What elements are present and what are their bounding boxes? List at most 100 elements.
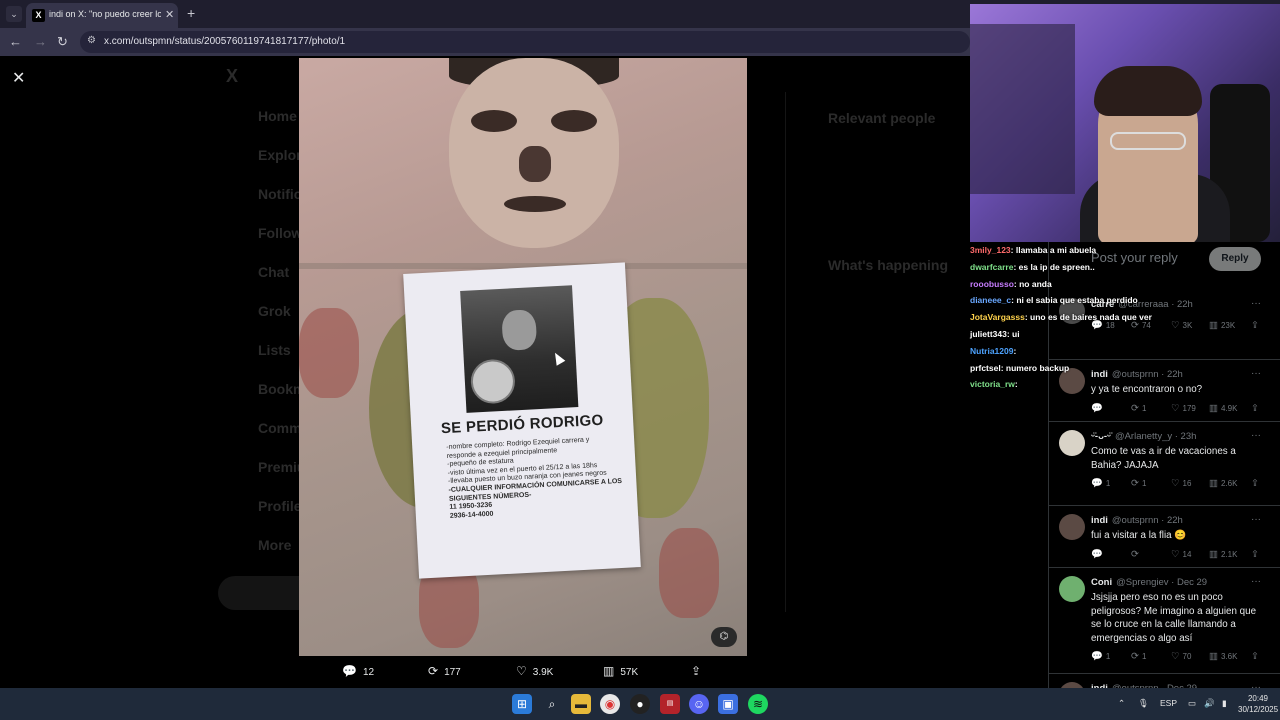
netflix-app-icon[interactable]: ▤ xyxy=(660,694,680,714)
repost-action[interactable]: ⟳ 1 xyxy=(1131,651,1146,662)
lightbox-close-icon[interactable]: ✕ xyxy=(12,68,25,88)
discord-icon[interactable]: ☺ xyxy=(689,694,709,714)
views-action[interactable]: ▥ 23K xyxy=(1209,320,1235,331)
language-indicator[interactable]: ESP xyxy=(1160,698,1177,708)
tab-search-menu-icon[interactable]: ⌄ xyxy=(6,6,22,22)
url-text[interactable]: x.com/outspmn/status/2005760119741817177… xyxy=(104,36,345,47)
tweet-author-name[interactable]: Coni xyxy=(1091,577,1112,588)
more-options-icon[interactable]: ··· xyxy=(1251,368,1261,379)
taskbar-clock[interactable]: 20:49 30/12/2025 xyxy=(1238,693,1278,715)
new-tab-icon[interactable]: + xyxy=(187,5,195,21)
obs-icon[interactable]: ● xyxy=(630,694,650,714)
views-action[interactable]: ▥ 4.9K xyxy=(1209,403,1237,414)
reply-action[interactable]: 💬 12 xyxy=(342,664,374,678)
reply-action[interactable]: 💬 1 xyxy=(1091,651,1110,662)
tweet-author-name[interactable]: ᵕ̈-ᴗ-ᵕ̈ xyxy=(1091,431,1111,442)
chat-username[interactable]: victoria_rw xyxy=(970,379,1015,389)
chevron-up-icon[interactable]: ⌃ xyxy=(1118,698,1125,709)
chat-username[interactable]: juliett343 xyxy=(970,329,1007,339)
tweet-header: indi @outsprnn · 22h xyxy=(1091,515,1183,526)
tweet-author-name[interactable]: indi xyxy=(1091,369,1108,380)
tweet-author-name[interactable]: indi xyxy=(1091,515,1108,526)
like-action[interactable]: ♡ 179 xyxy=(1171,403,1196,414)
chat-username[interactable]: dwarfcarre xyxy=(970,262,1013,272)
like-action[interactable]: ♡ 16 xyxy=(1171,478,1191,489)
mural-mouth xyxy=(504,196,566,212)
reply-action[interactable]: 💬 1 xyxy=(1091,478,1110,489)
tweet-actions: 💬 ⟳ 1 ♡ 179 ▥ 4.9K ⇪ xyxy=(1091,403,1280,415)
like-action[interactable]: ♡ 70 xyxy=(1171,651,1191,662)
like-action[interactable]: ♡ 3K xyxy=(1171,320,1192,331)
spotify-icon[interactable]: ≋ xyxy=(748,694,768,714)
chat-username[interactable]: JotaVargasss xyxy=(970,312,1025,322)
share-icon: ⇪ xyxy=(691,664,702,678)
volume-icon[interactable]: 🔊 xyxy=(1204,698,1215,709)
repost-action[interactable]: ⟳ 1 xyxy=(1131,403,1146,414)
share-action[interactable]: ⇪ xyxy=(1251,320,1262,331)
monitor-icon[interactable]: ▭ xyxy=(1188,698,1196,709)
reply-tweet[interactable]: Coni @Sprengiev · Dec 29 ··· Jsjsjja pero e… xyxy=(1049,568,1280,674)
like-action[interactable]: ♡ 14 xyxy=(1171,549,1191,560)
chat-message: dwarfcarre: es la ip de spreen.. xyxy=(970,262,1095,272)
chrome-icon[interactable]: ◉ xyxy=(600,694,620,714)
share-action[interactable]: ⇪ xyxy=(1251,403,1262,414)
windows-start-icon[interactable]: ⊞ xyxy=(512,694,532,714)
image-options-icon[interactable]: ⌬ xyxy=(711,627,737,647)
chat-username[interactable]: rooobusso xyxy=(970,279,1014,289)
browser-tab[interactable]: X indi on X: "no puedo creer lo q ✕ xyxy=(26,3,178,28)
chat-username[interactable]: Nutria1209 xyxy=(970,346,1013,356)
avatar[interactable] xyxy=(1059,514,1085,540)
views-icon: ▥ xyxy=(1209,651,1218,662)
view-count: 57K xyxy=(620,667,639,678)
reply-action[interactable]: 💬 xyxy=(1091,403,1106,414)
reply-tweet[interactable]: indi @outsprnn · 22h ··· y ya te encontraro… xyxy=(1049,360,1280,422)
tweet-header: ᵕ̈-ᴗ-ᵕ̈ @Arlanetty_y · 23h xyxy=(1091,431,1196,442)
share-icon: ⇪ xyxy=(1251,402,1259,414)
tweet-actions: 💬 1 ⟳ 1 ♡ 16 ▥ 2.6K ⇪ xyxy=(1091,478,1280,490)
views-action[interactable]: ▥ 2.6K xyxy=(1209,478,1237,489)
file-explorer-icon[interactable]: ▬ xyxy=(571,694,591,714)
back-arrow-icon[interactable]: ← xyxy=(9,34,22,49)
more-options-icon[interactable]: ··· xyxy=(1251,576,1261,587)
repost-action[interactable]: ⟳ xyxy=(1131,549,1142,560)
views-count: 3.6K xyxy=(1220,652,1238,661)
search-icon[interactable]: ⌕ xyxy=(542,694,562,714)
repost-action[interactable]: ⟳ 177 xyxy=(428,664,461,678)
views-action[interactable]: ▥ 2.1K xyxy=(1209,549,1237,560)
reply-tweet[interactable]: indi@outsprnn · Dec 29··· xyxy=(1049,674,1280,688)
nav-item-follow: Follow xyxy=(258,225,303,241)
reload-icon[interactable]: ↻ xyxy=(57,34,68,50)
repost-action[interactable]: ⟳ 1 xyxy=(1131,478,1146,489)
forward-arrow-icon[interactable]: → xyxy=(34,34,47,49)
tab-close-icon[interactable]: ✕ xyxy=(165,8,174,21)
share-action[interactable]: ⇪ xyxy=(1251,651,1262,662)
chat-username[interactable]: prfctsel xyxy=(970,363,1001,373)
site-info-icon[interactable]: ⚙ xyxy=(87,35,96,46)
avatar[interactable] xyxy=(1059,576,1085,602)
reply-count: 12 xyxy=(362,667,375,678)
like-action[interactable]: ♡ 3.9K xyxy=(516,664,553,678)
share-action[interactable]: ⇪ xyxy=(691,664,707,678)
reply-tweet[interactable]: ᵕ̈-ᴗ-ᵕ̈ @Arlanetty_y · 23h ··· Como te vas … xyxy=(1049,422,1280,506)
views-action[interactable]: ▥ 57K xyxy=(603,664,638,678)
address-bar[interactable]: ⚙ x.com/outspmn/status/20057601197418171… xyxy=(80,31,970,53)
chat-username[interactable]: dianeee_c xyxy=(970,295,1011,305)
reply-button[interactable]: Reply xyxy=(1209,247,1261,271)
reply-tweet[interactable]: indi @outsprnn · 22h ··· fui a visitar a la… xyxy=(1049,506,1280,568)
microphone-icon[interactable]: 🎙 xyxy=(1138,698,1149,709)
views-action[interactable]: ▥ 3.6K xyxy=(1209,651,1237,662)
avatar[interactable] xyxy=(1059,430,1085,456)
app-icon[interactable]: ▣ xyxy=(718,694,738,714)
poster-photo xyxy=(460,285,579,413)
battery-icon[interactable]: ▮ xyxy=(1222,698,1227,709)
share-action[interactable]: ⇪ xyxy=(1251,549,1262,560)
chat-text: : llamaba a mi abuela xyxy=(1010,245,1097,255)
share-action[interactable]: ⇪ xyxy=(1251,478,1262,489)
tweet-photo[interactable]: SE PERDIÓ RODRIGO -nombre completo: Rodr… xyxy=(299,58,747,656)
reply-input[interactable]: Post your reply xyxy=(1091,250,1178,265)
chat-username[interactable]: 3mily_123 xyxy=(970,245,1011,255)
reply-action[interactable]: 💬 xyxy=(1091,549,1106,560)
more-options-icon[interactable]: ··· xyxy=(1251,430,1261,441)
more-options-icon[interactable]: ··· xyxy=(1251,298,1261,309)
more-options-icon[interactable]: ··· xyxy=(1251,514,1261,525)
